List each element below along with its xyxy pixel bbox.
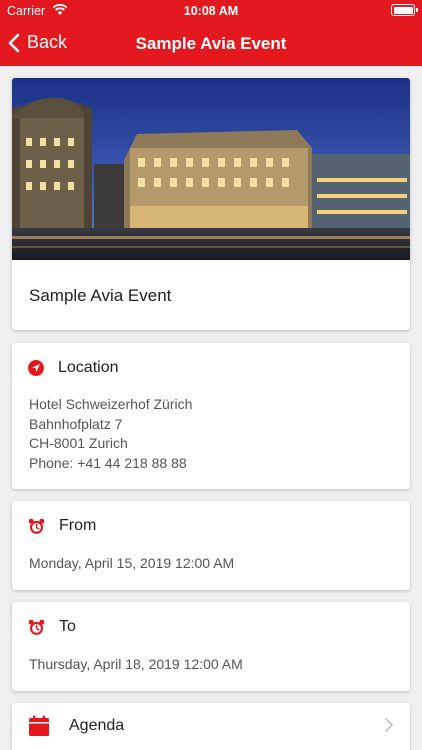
- status-bar: Carrier 10:08 AM: [0, 0, 422, 22]
- phone-line[interactable]: Phone: +41 44 218 88 88: [29, 454, 192, 474]
- calendar-icon: [29, 715, 49, 736]
- address-line: Hotel Schweizerhof Zürich: [29, 396, 193, 412]
- chevron-right-icon: [385, 718, 393, 732]
- location-heading: Location: [58, 359, 119, 376]
- location-header: Location: [28, 359, 119, 377]
- location-card[interactable]: Location Hotel Schweizerhof Zürich Bahnh…: [12, 343, 410, 489]
- status-time: 10:08 AM: [183, 4, 239, 18]
- from-date: Monday, April 15, 2019 12:00 AM: [29, 555, 235, 571]
- alarm-clock-icon: [28, 619, 45, 635]
- from-header: From: [28, 517, 96, 535]
- alarm-clock-icon: [28, 518, 45, 534]
- from-heading: From: [59, 517, 97, 534]
- from-card: From Monday, April 15, 2019 12:00 AM: [12, 501, 410, 590]
- to-card: To Thursday, April 18, 2019 12:00 AM: [12, 602, 410, 691]
- address-line: Bahnhofplatz 7: [29, 415, 123, 432]
- page-title: Sample Avia Event: [135, 34, 287, 53]
- agenda-label: Agenda: [69, 717, 125, 734]
- navigation-bar: Back Sample Avia Event: [0, 22, 422, 66]
- event-hero-card: Sample Avia Event: [12, 78, 410, 330]
- to-heading: To: [59, 618, 76, 635]
- location-address: Hotel Schweizerhof Zürich Bahnhofplatz 7…: [29, 395, 192, 473]
- to-date: Thursday, April 18, 2019 12:00 AM: [29, 656, 243, 672]
- location-arrow-icon: [28, 360, 44, 376]
- event-photo: [12, 78, 410, 260]
- top-bar: Carrier 10:08 AM Back Sample Avia Event: [0, 0, 422, 66]
- battery-icon: [391, 4, 418, 16]
- address-line: CH-8001 Zurich: [29, 435, 128, 451]
- agenda-header: Agenda: [28, 715, 124, 737]
- to-header: To: [28, 618, 76, 636]
- agenda-row[interactable]: Agenda: [12, 703, 410, 750]
- event-name: Sample Avia Event: [29, 286, 172, 305]
